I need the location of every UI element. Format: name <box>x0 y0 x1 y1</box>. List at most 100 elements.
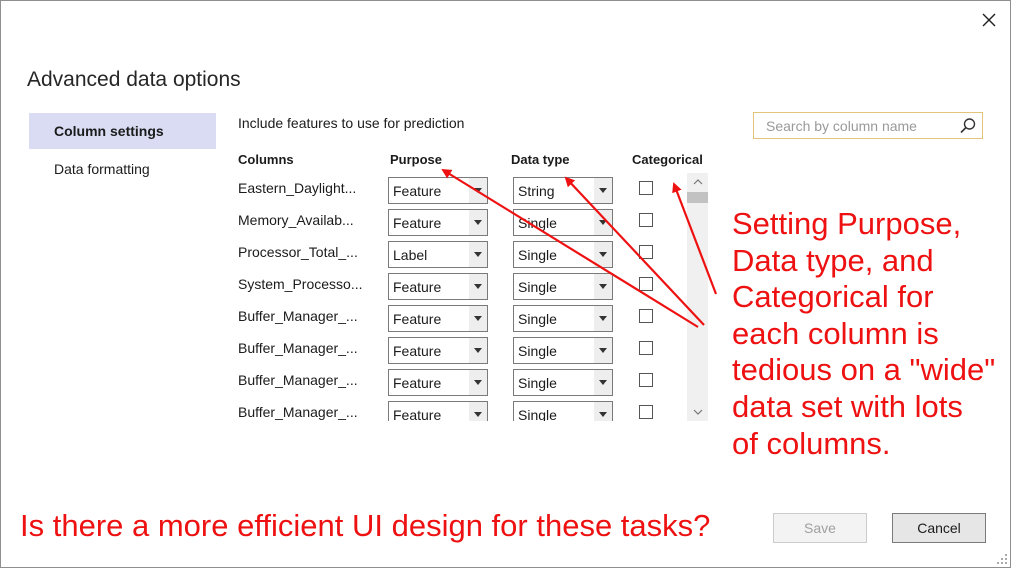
purpose-dropdown-toggle[interactable] <box>469 242 487 267</box>
purpose-dropdown-toggle[interactable] <box>469 370 487 395</box>
column-name: Memory_Availab... <box>238 212 354 228</box>
column-header-categorical[interactable]: Categorical <box>632 152 703 167</box>
purpose-dropdown-toggle[interactable] <box>469 274 487 299</box>
data-type-dropdown[interactable]: Single <box>513 337 613 364</box>
purpose-dropdown[interactable]: Feature <box>388 401 488 421</box>
categorical-checkbox[interactable] <box>639 309 653 323</box>
purpose-dropdown[interactable]: Feature <box>388 273 488 300</box>
column-name: Buffer_Manager_... <box>238 308 358 324</box>
save-button[interactable]: Save <box>773 513 867 543</box>
data-type-dropdown-toggle[interactable] <box>594 338 612 363</box>
close-button[interactable] <box>978 9 1000 31</box>
purpose-dropdown[interactable]: Feature <box>388 209 488 236</box>
chevron-down-icon <box>474 252 482 257</box>
chevron-down-icon <box>474 412 482 417</box>
data-type-value: Single <box>518 407 557 421</box>
cancel-button[interactable]: Cancel <box>892 513 986 543</box>
categorical-checkbox[interactable] <box>639 277 653 291</box>
close-icon <box>982 13 996 27</box>
data-type-dropdown-toggle[interactable] <box>594 210 612 235</box>
chevron-down-icon <box>599 380 607 385</box>
data-type-dropdown-toggle[interactable] <box>594 370 612 395</box>
column-list-scrollbar[interactable] <box>687 173 708 421</box>
purpose-dropdown[interactable]: Feature <box>388 305 488 332</box>
scroll-thumb[interactable] <box>687 192 708 203</box>
purpose-value: Feature <box>393 407 442 421</box>
chevron-down-icon <box>474 220 482 225</box>
annotation-side-note: Setting Purpose, Data type, and Categori… <box>732 206 996 461</box>
table-row: Buffer_Manager_... Feature Single <box>238 399 688 421</box>
categorical-checkbox[interactable] <box>639 405 653 419</box>
chevron-down-icon <box>599 220 607 225</box>
purpose-dropdown[interactable]: Feature <box>388 337 488 364</box>
column-name: Buffer_Manager_... <box>238 372 358 388</box>
purpose-dropdown-toggle[interactable] <box>469 338 487 363</box>
data-type-value: String <box>518 183 555 199</box>
data-type-dropdown-toggle[interactable] <box>594 178 612 203</box>
search-input[interactable] <box>754 113 956 138</box>
column-name: System_Processo... <box>238 276 363 292</box>
resize-grip-icon[interactable] <box>996 553 1008 565</box>
data-type-dropdown[interactable]: Single <box>513 273 613 300</box>
nav-item-label: Data formatting <box>54 161 150 177</box>
chevron-down-icon <box>474 380 482 385</box>
purpose-value: Feature <box>393 279 442 295</box>
chevron-down-icon <box>474 348 482 353</box>
purpose-value: Label <box>393 247 428 263</box>
purpose-dropdown-toggle[interactable] <box>469 306 487 331</box>
data-type-value: Single <box>518 215 557 231</box>
table-row: System_Processo... Feature Single <box>238 271 688 303</box>
nav-item-column-settings[interactable]: Column settings <box>29 113 216 149</box>
data-type-dropdown[interactable]: String <box>513 177 613 204</box>
data-type-dropdown-toggle[interactable] <box>594 402 612 421</box>
data-type-dropdown[interactable]: Single <box>513 369 613 396</box>
purpose-value: Feature <box>393 311 442 327</box>
chevron-down-icon <box>693 409 702 415</box>
table-row: Buffer_Manager_... Feature Single <box>238 367 688 399</box>
chevron-down-icon <box>599 284 607 289</box>
column-header-data-type[interactable]: Data type <box>511 152 570 167</box>
column-list: Eastern_Daylight... Feature String Memory_A… <box>238 175 710 421</box>
nav-item-data-formatting[interactable]: Data formatting <box>29 151 216 187</box>
purpose-value: Feature <box>393 183 442 199</box>
chevron-down-icon <box>474 188 482 193</box>
data-type-dropdown-toggle[interactable] <box>594 274 612 299</box>
search-icon[interactable] <box>959 117 977 140</box>
data-type-dropdown[interactable]: Single <box>513 401 613 421</box>
table-row: Processor_Total_... Label Single <box>238 239 688 271</box>
chevron-down-icon <box>599 252 607 257</box>
data-type-dropdown[interactable]: Single <box>513 305 613 332</box>
column-name: Eastern_Daylight... <box>238 180 357 196</box>
categorical-checkbox[interactable] <box>639 213 653 227</box>
chevron-down-icon <box>474 284 482 289</box>
purpose-dropdown[interactable]: Feature <box>388 177 488 204</box>
data-type-value: Single <box>518 279 557 295</box>
data-type-dropdown-toggle[interactable] <box>594 306 612 331</box>
categorical-checkbox[interactable] <box>639 245 653 259</box>
purpose-value: Feature <box>393 215 442 231</box>
scroll-down-button[interactable] <box>687 403 708 421</box>
data-type-value: Single <box>518 343 557 359</box>
search-box <box>753 112 983 139</box>
purpose-dropdown-toggle[interactable] <box>469 402 487 421</box>
chevron-down-icon <box>599 316 607 321</box>
purpose-dropdown[interactable]: Label <box>388 241 488 268</box>
table-row: Memory_Availab... Feature Single <box>238 207 688 239</box>
purpose-dropdown-toggle[interactable] <box>469 210 487 235</box>
chevron-down-icon <box>474 316 482 321</box>
purpose-dropdown[interactable]: Feature <box>388 369 488 396</box>
data-type-dropdown-toggle[interactable] <box>594 242 612 267</box>
chevron-up-icon <box>693 179 702 185</box>
data-type-dropdown[interactable]: Single <box>513 241 613 268</box>
categorical-checkbox[interactable] <box>639 181 653 195</box>
scroll-up-button[interactable] <box>687 173 708 191</box>
chevron-down-icon <box>599 412 607 417</box>
chevron-down-icon <box>599 348 607 353</box>
categorical-checkbox[interactable] <box>639 341 653 355</box>
categorical-checkbox[interactable] <box>639 373 653 387</box>
column-name: Processor_Total_... <box>238 244 358 260</box>
data-type-dropdown[interactable]: Single <box>513 209 613 236</box>
table-row: Eastern_Daylight... Feature String <box>238 175 688 207</box>
column-header-purpose[interactable]: Purpose <box>390 152 442 167</box>
purpose-dropdown-toggle[interactable] <box>469 178 487 203</box>
